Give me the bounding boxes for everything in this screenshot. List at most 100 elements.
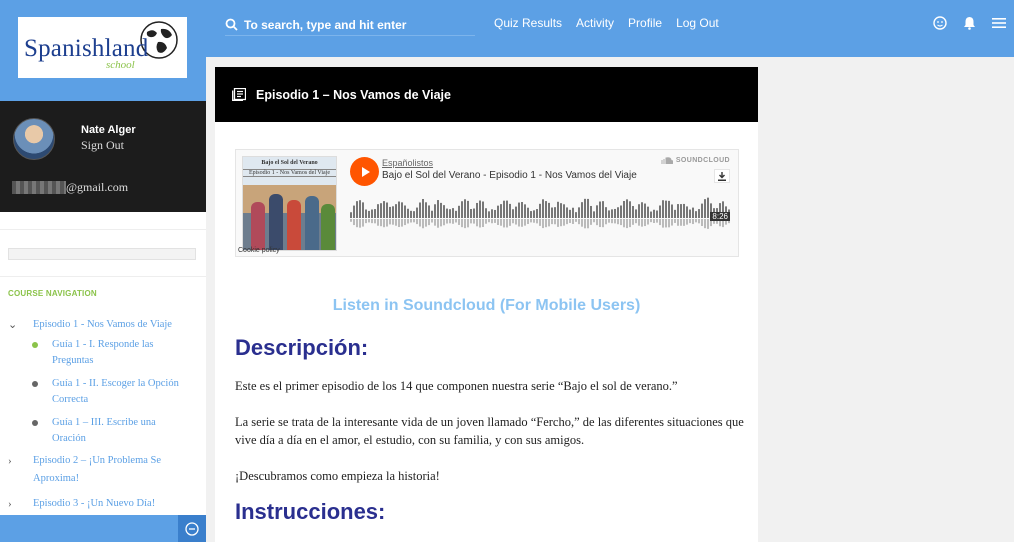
listen-soundcloud-link[interactable]: Listen in Soundcloud (For Mobile Users) [215,297,758,315]
description-paragraph-3: ¡Descubramos como empieza la historia! [235,469,440,483]
waveform-reflection [548,219,550,227]
soundcloud-user-link[interactable]: Españolistos [382,158,433,168]
waveform-reflection [698,219,700,224]
waveform-bar [500,204,502,218]
waveform-bar [692,207,694,218]
waveform-bar [470,209,472,218]
waveform-bar [377,204,379,218]
nav-guide-label: Guía 1 - II. Escoger la Opción Correcta [52,378,179,405]
waveform-bar [518,202,520,218]
track-title[interactable]: Bajo el Sol del Verano - Episodio 1 - No… [382,170,637,181]
waveform-reflection [380,219,382,227]
waveform-bar [701,203,703,218]
email-suffix: @gmail.com [66,180,129,194]
avatar[interactable] [13,118,55,160]
waveform-reflection [353,219,355,226]
waveform-reflection [620,219,622,226]
waveform-reflection [542,219,544,229]
nav-link-activity[interactable]: Activity [576,16,614,30]
bell-icon[interactable] [963,16,976,30]
waveform-bar [461,201,463,218]
menu-icon[interactable] [992,17,1006,29]
cookie-policy-link[interactable]: Cookie policy [238,247,280,254]
waveform-bar [569,209,571,218]
waveform-bar [524,204,526,218]
waveform-bar [554,207,556,218]
waveform-reflection [359,219,361,228]
track-artwork[interactable]: Bajo el Sol del Verano Episodio 1 - Nos … [242,156,337,251]
waveform-reflection [623,219,625,228]
search-input[interactable] [244,17,464,32]
download-icon [718,171,726,181]
waveform-reflection [686,219,688,225]
soundcloud-brand-text: SOUNDCLOUD [675,157,730,164]
waveform-reflection [590,219,592,225]
waveform-reflection [572,219,574,224]
waveform-bar [497,205,499,218]
waveform-bar [431,210,433,218]
waveform-bar [449,209,451,218]
waveform-bar [467,200,469,218]
waveform-bar [404,205,406,218]
waveform-bar [521,202,523,218]
waveform-reflection [557,219,559,227]
waveform-reflection [476,219,478,227]
waveform-bar [422,198,424,218]
waveform-reflection [599,219,601,228]
user-face-icon[interactable] [933,16,947,30]
waveform-reflection [479,219,481,228]
play-icon [361,166,370,177]
waveform-reflection [581,219,583,227]
waveform-reflection [395,219,397,226]
site-logo[interactable]: Spanishland school [18,17,187,78]
waveform-reflection [500,219,502,226]
waveform-reflection [377,219,379,226]
collapse-sidebar-button[interactable] [178,515,206,542]
waveform-reflection [404,219,406,226]
waveform-bar [440,202,442,218]
play-button[interactable] [350,157,379,186]
sign-out-link[interactable]: Sign Out [81,138,124,153]
download-button[interactable] [714,169,730,183]
chevron-right-icon: › [8,455,12,467]
nav-link-log-out[interactable]: Log Out [676,16,719,30]
waveform-reflection [659,219,661,226]
sidebar-footer [0,515,206,542]
waveform-bar [632,206,634,218]
waveform-bar [611,209,613,218]
waveform-bar [578,207,580,218]
waveform-reflection [371,219,373,224]
waveform-reflection [632,219,634,225]
waveform-bar [617,207,619,218]
waveform-reflection [575,219,577,222]
waveform-reflection [701,219,703,226]
waveform-reflection [431,219,433,223]
sidebar-search-field[interactable] [8,248,196,260]
waveform-reflection [458,219,460,225]
audio-waveform[interactable] [350,192,732,232]
waveform-reflection [695,219,697,223]
waveform-reflection [401,219,403,227]
nav-guide-3[interactable]: Guía 1 – III. Escribe una Oración [32,415,187,447]
nav-link-profile[interactable]: Profile [628,16,662,30]
waveform-bar [458,205,460,218]
waveform-bar [464,199,466,218]
waveform-bar [626,199,628,218]
waveform-bar [671,204,673,218]
nav-episode-3[interactable]: › Episodio 3 - ¡Un Nuevo Día! [8,495,183,513]
lesson-panel: Episodio 1 – Nos Vamos de Viaje Bajo el … [215,67,758,542]
waveform-reflection [662,219,664,228]
nav-episode-1[interactable]: ⌄ Episodio 1 - Nos Vamos de Viaje [8,316,183,334]
waveform-bar [410,210,412,218]
artwork-figure [287,200,301,250]
instructions-heading: Instrucciones: [235,499,386,524]
description-paragraph-2: La serie se trata de la interesante vida… [235,415,744,447]
nav-link-quiz-results[interactable]: Quiz Results [494,16,562,30]
nav-episode-2[interactable]: › Episodio 2 – ¡Un Problema Se Aproxima! [8,452,183,488]
waveform-reflection [365,219,367,224]
soundcloud-logo[interactable]: SOUNDCLOUD [659,157,730,164]
waveform-bar [434,204,436,218]
nav-guide-1[interactable]: Guía 1 - I. Responde las Preguntas [32,337,187,369]
nav-guide-2[interactable]: Guía 1 - II. Escoger la Opción Correcta [32,376,187,408]
waveform-bar [488,211,490,218]
